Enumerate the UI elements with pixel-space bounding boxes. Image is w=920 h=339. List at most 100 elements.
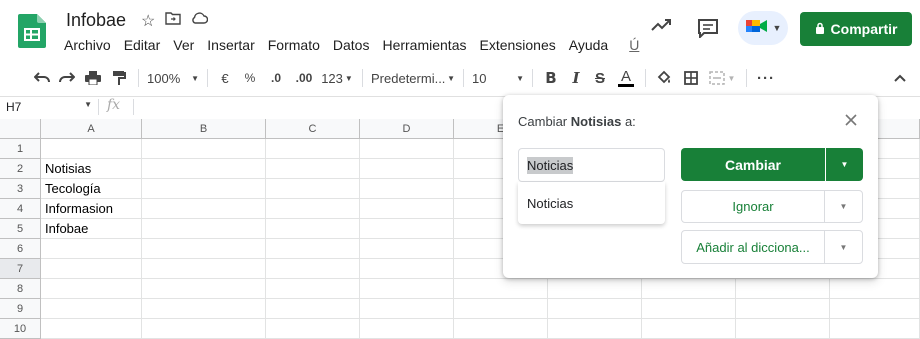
cell[interactable]	[360, 319, 454, 339]
cell[interactable]	[360, 239, 454, 259]
paint-format-icon[interactable]	[108, 66, 130, 90]
cell[interactable]	[360, 299, 454, 319]
ignore-button[interactable]: Ignorar	[681, 190, 825, 223]
cell[interactable]	[142, 199, 266, 219]
cloud-status-icon[interactable]	[191, 11, 209, 31]
cell[interactable]	[142, 319, 266, 339]
decrease-decimal-button[interactable]: .0	[264, 66, 288, 90]
sheets-logo[interactable]	[18, 14, 46, 48]
font-size-select[interactable]: 10 ▼	[472, 66, 524, 90]
increase-decimal-button[interactable]: .00	[290, 66, 318, 90]
cell[interactable]	[360, 259, 454, 279]
cell[interactable]	[41, 239, 142, 259]
cell[interactable]	[266, 259, 360, 279]
cell[interactable]	[142, 299, 266, 319]
font-select[interactable]: Predetermi... ▼	[371, 66, 455, 90]
cell[interactable]	[142, 179, 266, 199]
add-options-button[interactable]: ▼	[824, 230, 863, 264]
column-header-b[interactable]: B	[142, 119, 266, 139]
document-title[interactable]: Infobae	[66, 10, 126, 31]
italic-icon[interactable]: I	[565, 66, 587, 90]
cell[interactable]	[360, 199, 454, 219]
column-header-d[interactable]: D	[360, 119, 454, 139]
menu-datos[interactable]: Datos	[333, 37, 376, 53]
cell[interactable]	[548, 299, 642, 319]
replacement-input[interactable]: Noticias	[518, 148, 665, 182]
cell[interactable]	[266, 159, 360, 179]
cell[interactable]	[266, 239, 360, 259]
ignore-options-button[interactable]: ▼	[824, 190, 863, 223]
borders-icon[interactable]	[680, 66, 702, 90]
undo-icon[interactable]	[32, 66, 52, 90]
cell[interactable]	[360, 139, 454, 159]
zoom-select[interactable]: 100% ▼	[147, 66, 199, 90]
cell[interactable]	[642, 299, 736, 319]
menu-ayuda[interactable]: Ayuda	[569, 37, 614, 53]
row-header-10[interactable]: 10	[0, 319, 41, 339]
cell[interactable]	[266, 219, 360, 239]
row-header-2[interactable]: 2	[0, 159, 41, 179]
cell[interactable]	[266, 299, 360, 319]
move-folder-icon[interactable]	[165, 11, 182, 31]
row-header-4[interactable]: 4	[0, 199, 41, 219]
menu-insertar[interactable]: Insertar	[207, 37, 260, 53]
row-header-1[interactable]: 1	[0, 139, 41, 159]
cell[interactable]	[360, 219, 454, 239]
change-button[interactable]: Cambiar	[681, 148, 825, 181]
bold-icon[interactable]: B	[541, 66, 561, 90]
column-header-c[interactable]: C	[266, 119, 360, 139]
percent-format-button[interactable]: %	[238, 66, 262, 90]
activity-trend-icon[interactable]	[650, 16, 672, 39]
name-box[interactable]: H7 ▼	[6, 100, 92, 114]
column-header-a[interactable]: A	[41, 119, 142, 139]
strikethrough-icon[interactable]: S	[589, 66, 611, 90]
menu-editar[interactable]: Editar	[124, 37, 167, 53]
cell[interactable]	[454, 279, 548, 299]
close-icon[interactable]	[844, 113, 858, 127]
cell[interactable]	[736, 279, 830, 299]
menu-herramientas[interactable]: Herramientas	[382, 37, 472, 53]
fill-color-icon[interactable]	[654, 66, 674, 90]
cell[interactable]	[142, 139, 266, 159]
number-format-select[interactable]: 123 ▼	[320, 66, 354, 90]
cell[interactable]	[266, 319, 360, 339]
add-to-dictionary-button[interactable]: Añadir al dicciona...	[681, 230, 825, 264]
row-header-6[interactable]: 6	[0, 239, 41, 259]
more-options-icon[interactable]: ···	[755, 66, 777, 90]
cell[interactable]	[454, 319, 548, 339]
cell[interactable]	[830, 279, 920, 299]
cell[interactable]	[142, 239, 266, 259]
last-edit-link[interactable]: Ú	[629, 37, 645, 53]
row-header-9[interactable]: 9	[0, 299, 41, 319]
row-header-5[interactable]: 5	[0, 219, 41, 239]
cell[interactable]	[142, 219, 266, 239]
menu-ver[interactable]: Ver	[173, 37, 200, 53]
select-all-corner[interactable]	[0, 119, 41, 139]
cell[interactable]	[142, 279, 266, 299]
cell[interactable]	[266, 279, 360, 299]
cell[interactable]	[41, 299, 142, 319]
cell[interactable]: Notisias	[41, 159, 142, 179]
change-options-button[interactable]: ▼	[826, 148, 863, 181]
row-header-7[interactable]: 7	[0, 259, 41, 279]
collapse-toolbar-icon[interactable]	[892, 66, 908, 90]
cell[interactable]: Tecología	[41, 179, 142, 199]
cell[interactable]	[642, 279, 736, 299]
text-color-icon[interactable]: A	[615, 66, 637, 90]
cell[interactable]	[830, 319, 920, 339]
cell[interactable]	[642, 319, 736, 339]
comments-icon[interactable]	[697, 18, 719, 44]
cell[interactable]: Infobae	[41, 219, 142, 239]
cell[interactable]	[360, 279, 454, 299]
cell[interactable]	[454, 299, 548, 319]
cell[interactable]	[142, 159, 266, 179]
row-header-3[interactable]: 3	[0, 179, 41, 199]
cell[interactable]	[266, 179, 360, 199]
cell[interactable]	[41, 259, 142, 279]
star-icon[interactable]: ☆	[141, 11, 155, 31]
cell[interactable]	[548, 319, 642, 339]
suggestion-item[interactable]: Noticias	[518, 182, 665, 224]
cell[interactable]	[548, 279, 642, 299]
cell[interactable]	[142, 259, 266, 279]
cell[interactable]	[360, 159, 454, 179]
